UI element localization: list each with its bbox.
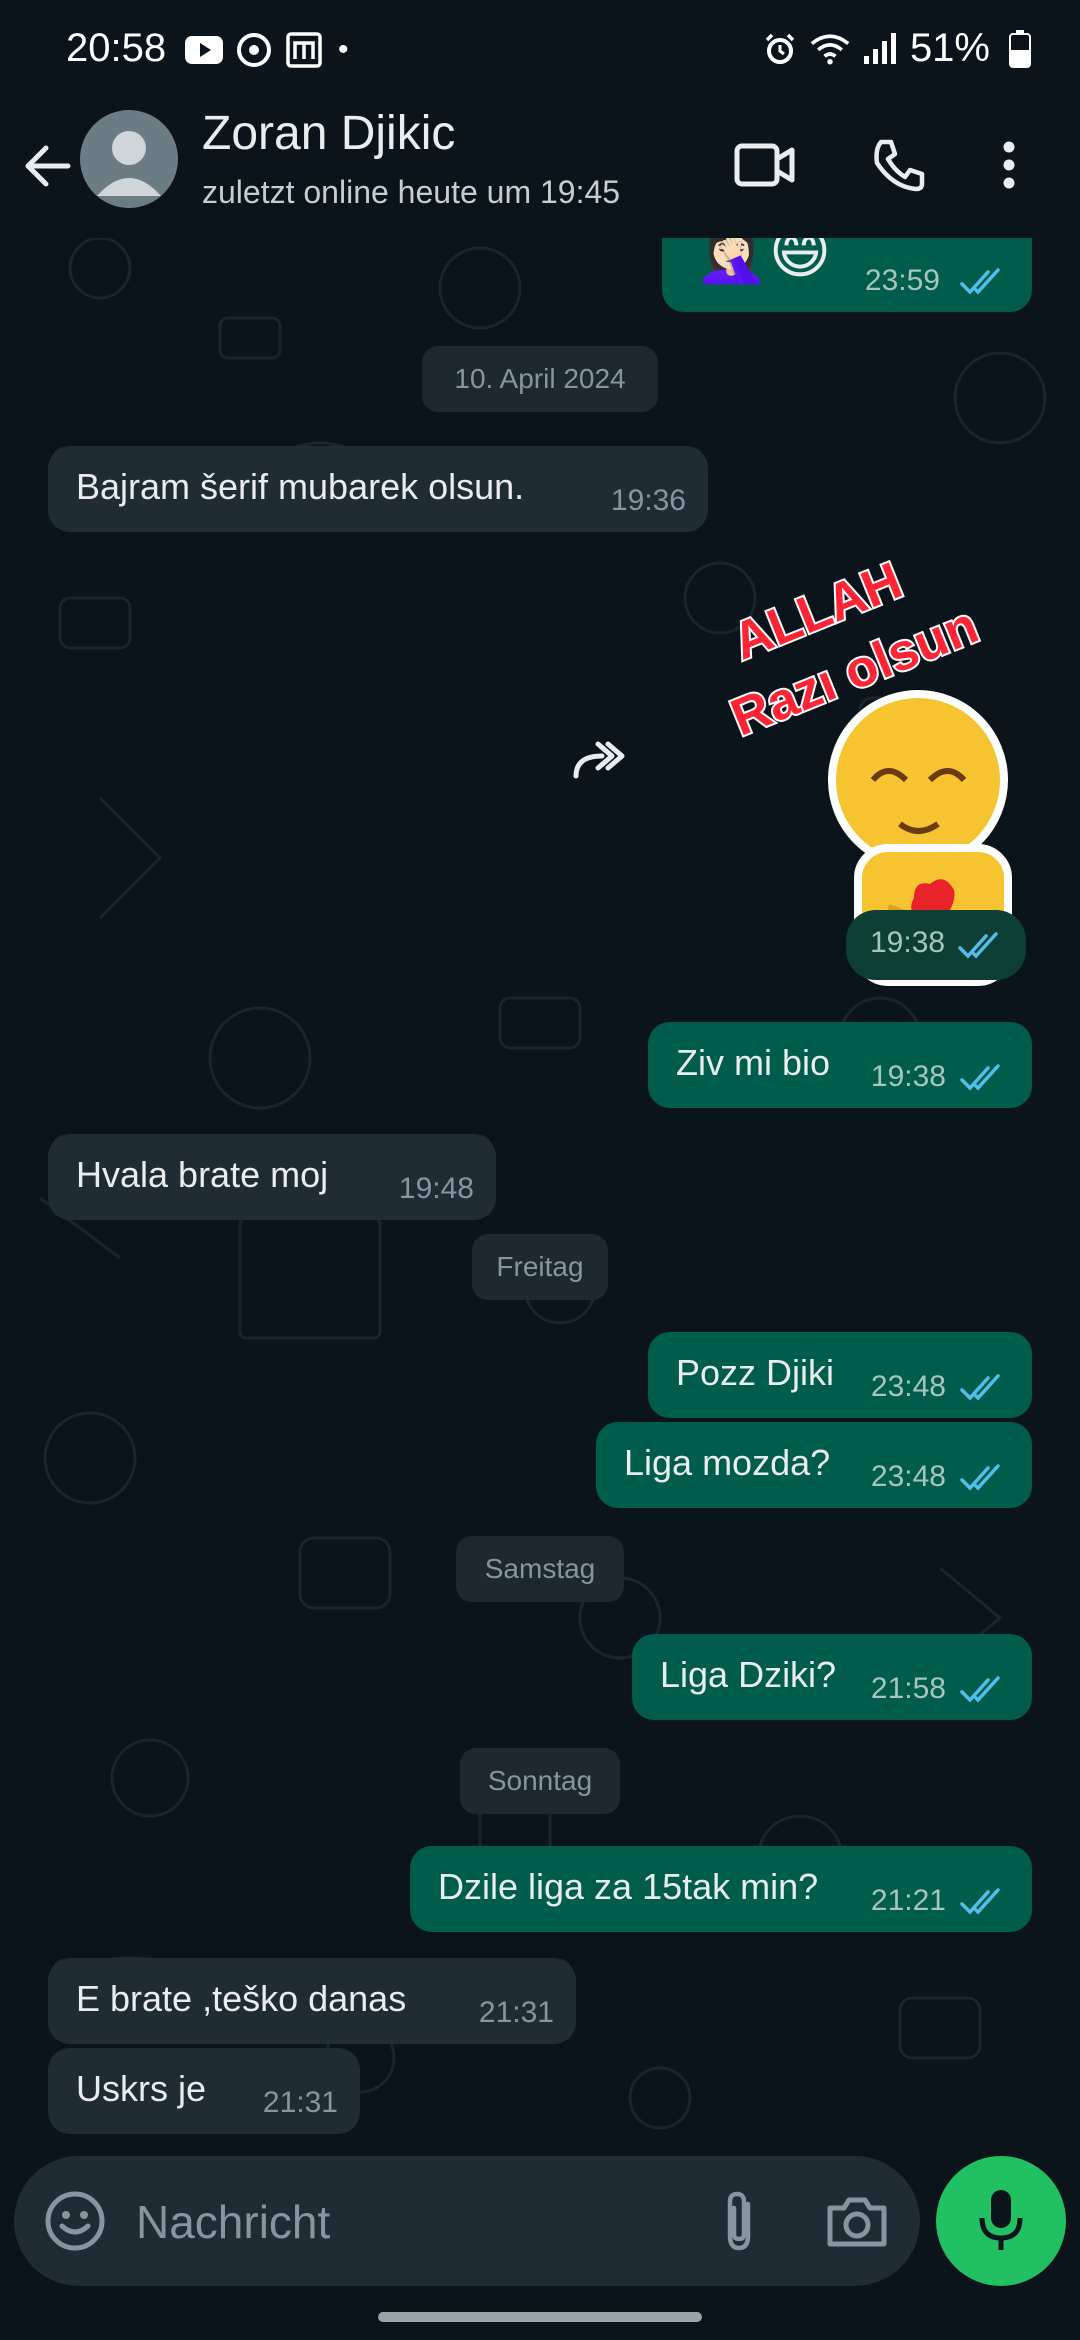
sync-icon (234, 30, 274, 70)
message-time: 19:38 (870, 926, 946, 959)
status-time: 20:58 (66, 26, 167, 70)
status-dot: • (338, 33, 349, 66)
date-label: Sonntag (487, 1765, 593, 1796)
camera-icon[interactable] (822, 2186, 892, 2256)
message-outgoing[interactable]: Liga mozda? 23:48 (596, 1422, 1032, 1508)
emoji-content: 🤦🏻‍♀️😄 (694, 238, 832, 285)
message-incoming[interactable]: Bajram šerif mubarek olsun. 19:36 (48, 446, 708, 532)
message-time: 23:48 (870, 1370, 946, 1403)
status-bar: 20:58 • 51% (0, 0, 1080, 100)
message-outgoing[interactable]: Dzile liga za 15tak min? 21:21 (410, 1846, 1032, 1932)
message-text: Dzile liga za 15tak min? (438, 1866, 819, 1907)
signal-icon (860, 29, 900, 69)
message-text: Hvala brate moj (76, 1154, 329, 1195)
avatar-icon (97, 131, 161, 196)
message-incoming[interactable]: E brate ,teško danas 21:31 (48, 1958, 576, 2044)
double-check-icon (960, 268, 1000, 295)
message-composer (14, 2156, 920, 2286)
more-options-icon[interactable] (984, 130, 1034, 200)
message-time: 21:21 (870, 1884, 946, 1917)
message-incoming[interactable]: Hvala brate moj 19:48 (48, 1134, 496, 1220)
alarm-icon (760, 29, 800, 69)
message-time: 23:59 (864, 264, 940, 297)
message-time: 19:38 (870, 1060, 946, 1093)
date-label: Freitag (496, 1251, 584, 1282)
forward-icon[interactable] (562, 726, 634, 798)
message-outgoing[interactable]: 🤦🏻‍♀️😄 23:59 (662, 238, 1032, 312)
date-separator: Freitag (472, 1234, 608, 1300)
date-separator: 10. April 2024 (422, 346, 658, 412)
emoji-icon[interactable] (42, 2188, 108, 2254)
wifi-icon (810, 29, 850, 69)
message-time: 21:58 (870, 1672, 946, 1705)
message-time: 19:36 (610, 484, 686, 517)
double-check-icon (960, 1064, 1000, 1091)
battery-icon (1000, 29, 1040, 69)
message-text: E brate ,teško danas (76, 1978, 407, 2019)
mic-button[interactable] (936, 2156, 1066, 2286)
double-check-icon (960, 1464, 1000, 1491)
message-time: 21:31 (262, 2086, 338, 2119)
message-text: Ziv mi bio (676, 1042, 831, 1083)
double-check-icon (960, 1374, 1000, 1401)
avatar[interactable] (80, 110, 178, 208)
m-app-icon (284, 30, 324, 70)
back-arrow-icon[interactable] (18, 136, 78, 196)
message-text: Liga Dziki? (660, 1654, 837, 1695)
message-text: Uskrs je (76, 2068, 207, 2109)
double-check-icon (960, 1676, 1000, 1703)
mic-icon (979, 2190, 1023, 2250)
attach-icon[interactable] (704, 2186, 774, 2256)
voice-call-icon[interactable] (864, 130, 934, 200)
date-separator: Sonntag (460, 1748, 620, 1814)
message-time: 19:48 (398, 1172, 474, 1205)
message-incoming[interactable]: Uskrs je 21:31 (48, 2048, 360, 2134)
sticker-timestamp: 19:38 (846, 910, 1026, 980)
contact-last-seen: zuletzt online heute um 19:45 (202, 174, 621, 210)
date-label: 10. April 2024 (454, 363, 626, 394)
message-time: 21:31 (478, 1996, 554, 2029)
double-check-icon (958, 932, 998, 959)
notification-icons: • (184, 30, 349, 70)
message-outgoing[interactable]: Ziv mi bio 19:38 (648, 1022, 1032, 1108)
message-list[interactable]: 🤦🏻‍♀️😄 23:59 10. April 2024 Bajram šerif… (0, 238, 1080, 2150)
video-call-icon[interactable] (730, 130, 800, 200)
message-text: Bajram šerif mubarek olsun. (76, 466, 525, 507)
double-check-icon (960, 1888, 1000, 1915)
message-text: Pozz Djiki (676, 1352, 835, 1393)
youtube-icon (184, 30, 224, 70)
message-text: Liga mozda? (624, 1442, 831, 1483)
chat-header: Zoran Djikic zuletzt online heute um 19:… (0, 100, 1080, 239)
message-input[interactable] (134, 2186, 698, 2258)
date-separator: Samstag (456, 1536, 624, 1602)
message-outgoing[interactable]: Liga Dziki? 21:58 (632, 1634, 1032, 1720)
battery-percent: 51% (909, 26, 990, 70)
system-icons: 51% (760, 26, 1040, 71)
date-label: Samstag (484, 1553, 596, 1584)
gesture-nav-bar[interactable] (378, 2312, 702, 2322)
contact-name[interactable]: Zoran Djikic (202, 106, 455, 161)
message-outgoing[interactable]: Pozz Djiki 23:48 (648, 1332, 1032, 1418)
message-time: 23:48 (870, 1460, 946, 1493)
